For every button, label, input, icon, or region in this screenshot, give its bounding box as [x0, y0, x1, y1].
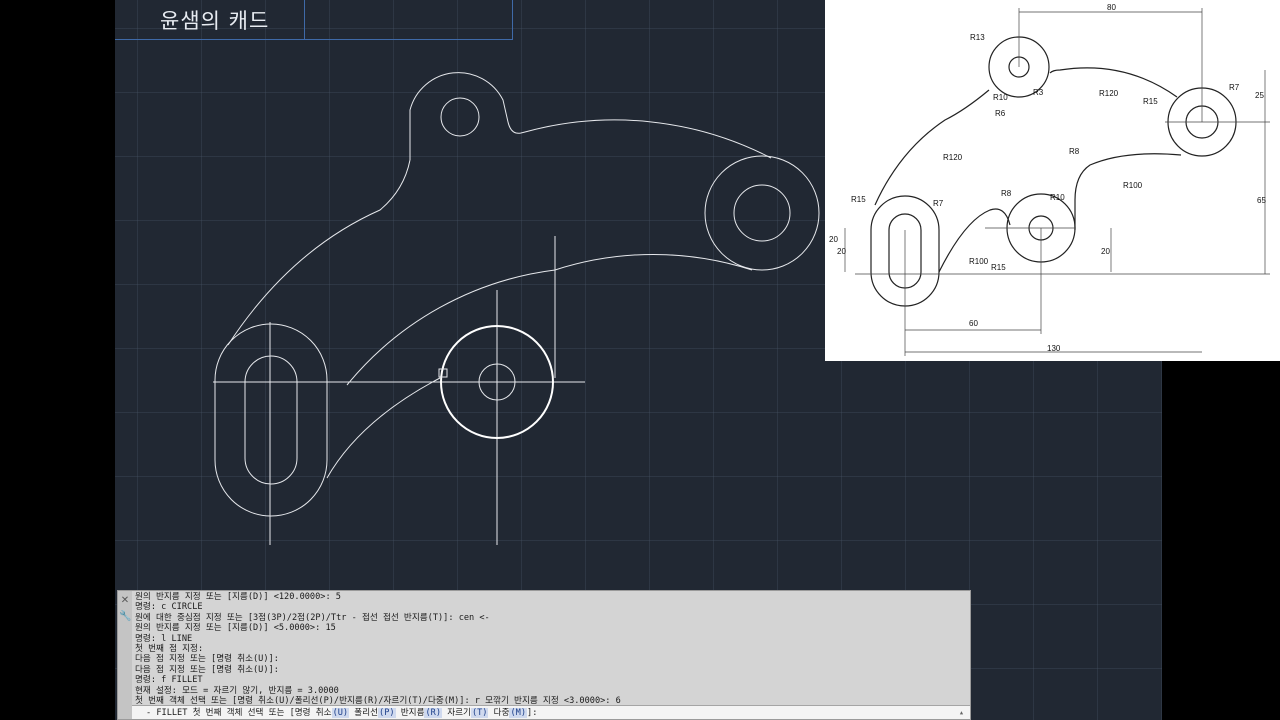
command-suffix: ]: [527, 708, 538, 718]
command-history-line: 명령: c CIRCLE [135, 602, 203, 613]
ref-dim-label: R120 [943, 153, 963, 162]
ref-dim-label: R7 [1229, 83, 1240, 92]
command-history-line: 명령: l LINE [135, 633, 193, 644]
ref-dim-label: R10 [993, 93, 1008, 102]
ref-dim-label: R6 [995, 109, 1006, 118]
command-history-line: 다음 점 지정 또는 [명령 취소(U)]: [135, 654, 279, 665]
top-lug-hole[interactable] [440, 97, 480, 137]
reference-drawing: 80 R13 R10 R3 R120 R7 R15 25 R6 R120 R8 … [829, 3, 1270, 356]
ref-dim-label: R7 [933, 199, 944, 208]
option-label-radius: 반지름 [400, 708, 425, 718]
ref-dim-label: 60 [969, 319, 978, 328]
command-history-line: 원에 대한 중심점 지정 또는 [3점(3P)/2점(2P)/Ttr - 접선 … [135, 612, 490, 623]
slot-inner[interactable] [244, 355, 298, 485]
slot-boss-outline[interactable] [214, 323, 328, 517]
command-history-line: 다음 점 지정 또는 [명령 취소(U)]: [135, 664, 279, 675]
command-line-window[interactable]: ✕ 🔧 원의 반지름 지정 또는 [지름(D)] <120.0000>: 5 명… [117, 590, 971, 720]
ref-dim-label: 65 [1257, 196, 1266, 205]
ref-dim-label: R13 [970, 33, 985, 42]
reference-drawing-panel: 80 R13 R10 R3 R120 R7 R15 25 R6 R120 R8 … [825, 0, 1280, 361]
option-label-multiple: 다중 [493, 708, 510, 718]
ref-dim-label: 130 [1047, 344, 1061, 353]
ref-dim-label: R3 [1033, 88, 1044, 97]
right-boss-inner[interactable] [733, 184, 791, 242]
inner-connecting-arc[interactable] [326, 377, 441, 479]
command-history-line: 첫 번째 점 지정: [135, 644, 204, 655]
ref-dim-label: R100 [1123, 181, 1143, 190]
command-prompt: - FILLET 첫 번째 객체 선택 또는 [명령 취소 [146, 708, 332, 718]
ref-lower-right-arc [1074, 153, 1182, 230]
option-undo[interactable]: (U) [331, 708, 350, 718]
ref-dim-label: 20 [837, 247, 846, 256]
ref-dim-label: R8 [1069, 147, 1080, 156]
ref-dim-label: R8 [1001, 189, 1012, 198]
ref-dim-label: R15 [1143, 97, 1158, 106]
option-polyline[interactable]: (P) [378, 708, 396, 718]
option-radius[interactable]: (R) [424, 708, 443, 718]
ref-dim-label: R15 [991, 263, 1006, 272]
command-line-sidebar: ✕ 🔧 [118, 591, 132, 719]
ref-dim-label: R15 [851, 195, 866, 204]
wrench-icon[interactable]: 🔧 [119, 611, 131, 623]
ref-dim-label: 20 [829, 235, 838, 244]
right-boss-outer[interactable] [704, 155, 820, 271]
command-history-line: 원의 반지름 지정 또는 [지름(D)] <5.0000>: 15 [135, 623, 336, 634]
option-label-trim: 자르기 [447, 708, 471, 718]
ref-dim-label: R10 [1050, 193, 1065, 202]
option-trim[interactable]: (T) [470, 708, 489, 718]
option-label-polyline: 폴리선 [354, 708, 379, 718]
ref-dim-label: R100 [969, 257, 989, 266]
ref-dim-label: 25 [1255, 91, 1264, 100]
ref-outer-arc [874, 89, 990, 206]
option-multiple[interactable]: (M) [509, 708, 528, 718]
ref-dim-label: 20 [1101, 247, 1110, 256]
command-input[interactable]: - FILLET 첫 번째 객체 선택 또는 [명령 취소(U) 폴리선(P) … [132, 705, 970, 719]
scroll-arrow-icon[interactable]: ▴ [959, 706, 964, 720]
command-history-line: 현재 설정: 모드 = 자르기 않기, 반지름 = 3.0000 [135, 685, 339, 696]
ref-dim-label: R120 [1099, 89, 1119, 98]
ref-dim-label: 80 [1107, 3, 1116, 12]
command-history-line: 명령: f FILLET [135, 675, 203, 686]
command-history: 원의 반지름 지정 또는 [지름(D)] <120.0000>: 5 명령: c… [135, 592, 966, 706]
command-history-line: 원의 반지름 지정 또는 [지름(D)] <120.0000>: 5 [135, 592, 341, 602]
close-icon[interactable]: ✕ [119, 595, 131, 607]
top-lug-outline[interactable] [409, 72, 772, 160]
outer-big-arc[interactable] [227, 159, 411, 346]
